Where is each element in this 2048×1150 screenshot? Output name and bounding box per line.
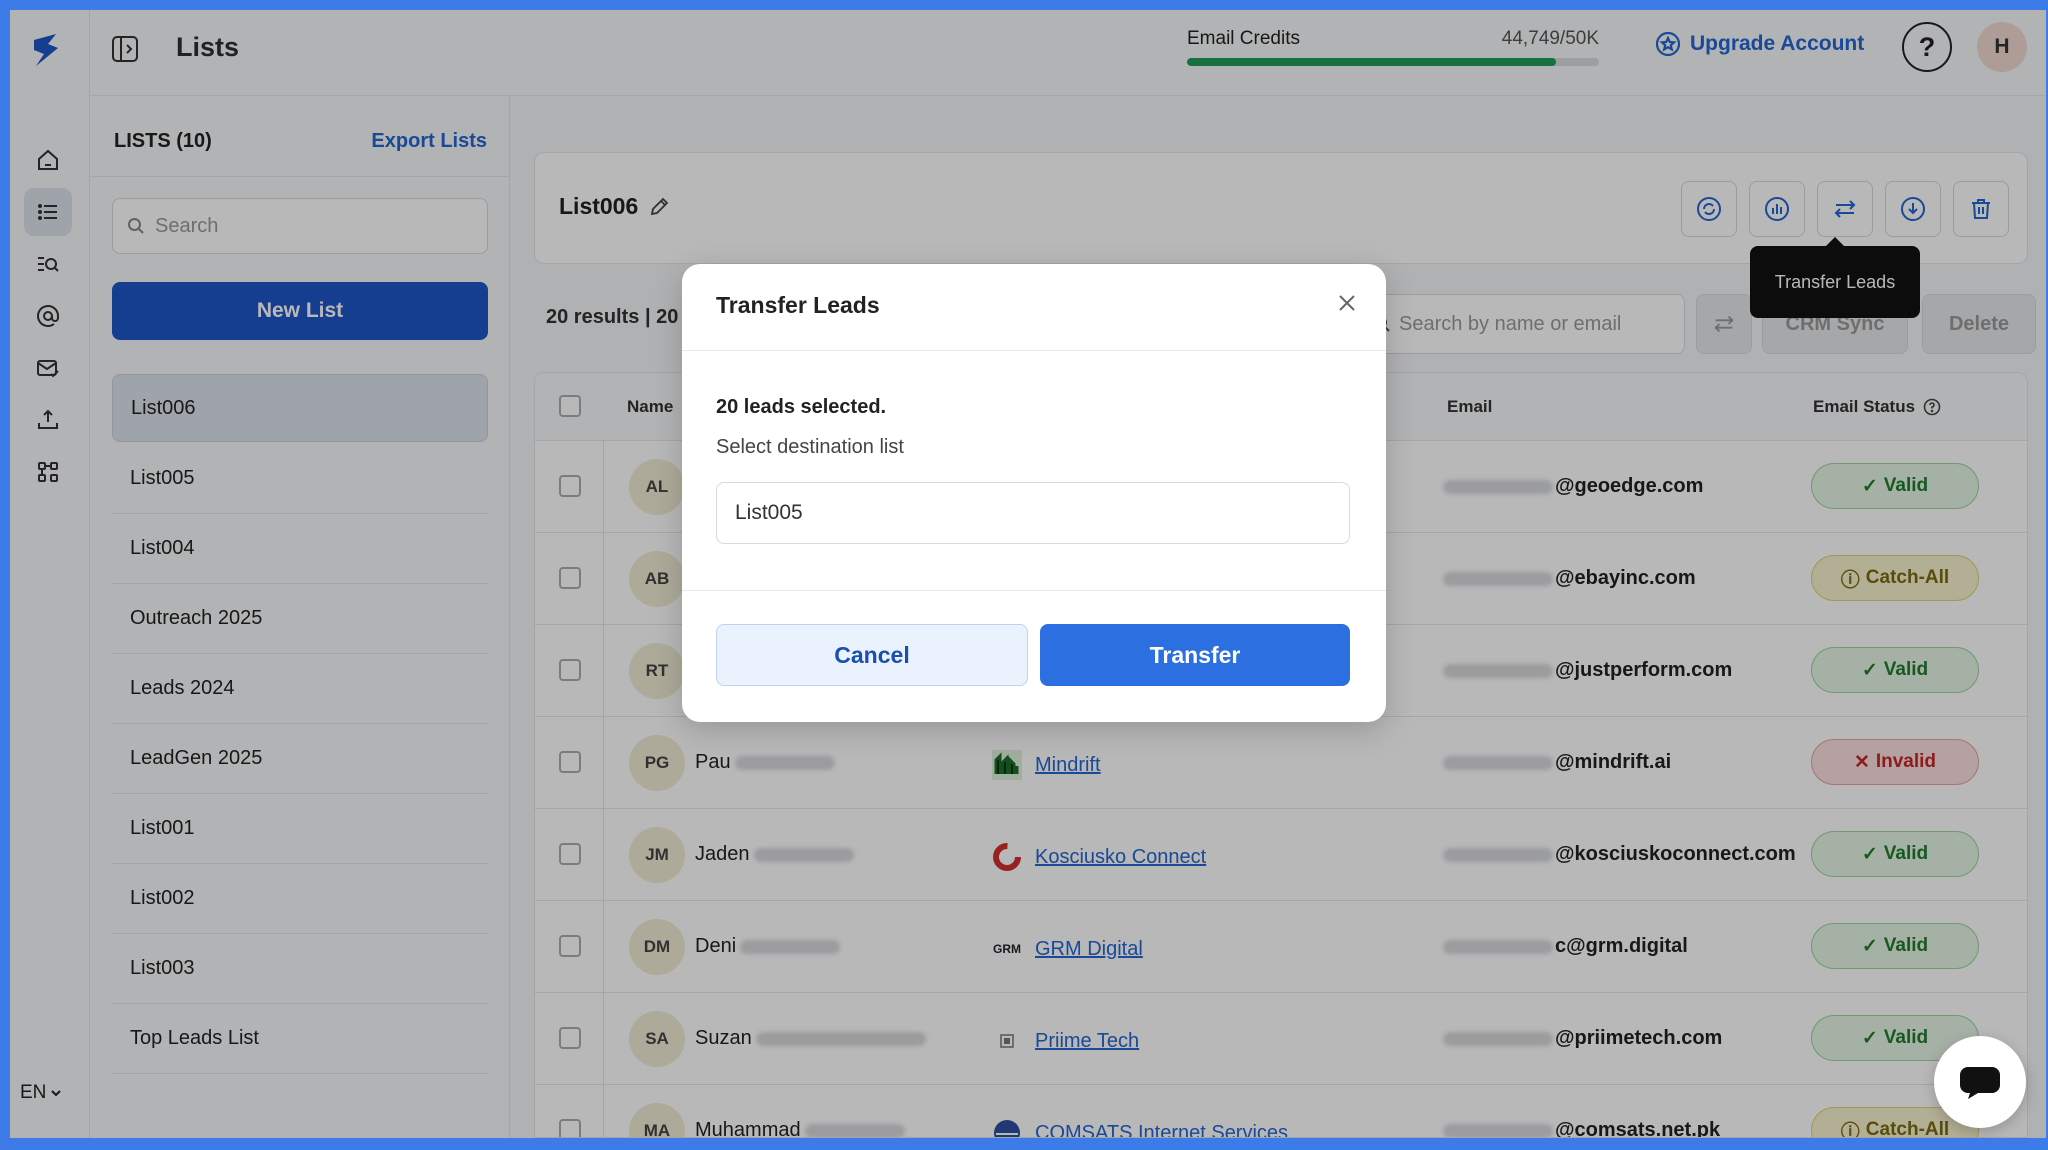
modal-title: Transfer Leads [716, 292, 880, 318]
chat-widget-button[interactable] [1934, 1036, 2026, 1128]
modal-divider [682, 590, 1386, 591]
destination-list-select[interactable]: List005 [716, 482, 1350, 544]
leads-selected-text: 20 leads selected. [716, 396, 887, 418]
transfer-button[interactable]: Transfer [1040, 624, 1350, 686]
cancel-button[interactable]: Cancel [716, 624, 1028, 686]
app-window: EN Lists Email Credits 44,749/50K Upgrad… [10, 10, 2046, 1138]
chat-bubble-icon [1960, 1067, 2000, 1099]
close-icon[interactable] [1334, 290, 1360, 316]
modal-divider [682, 350, 1386, 351]
destination-label: Select destination list [716, 436, 904, 458]
transfer-leads-modal: Transfer Leads 20 leads selected. Select… [682, 264, 1386, 722]
